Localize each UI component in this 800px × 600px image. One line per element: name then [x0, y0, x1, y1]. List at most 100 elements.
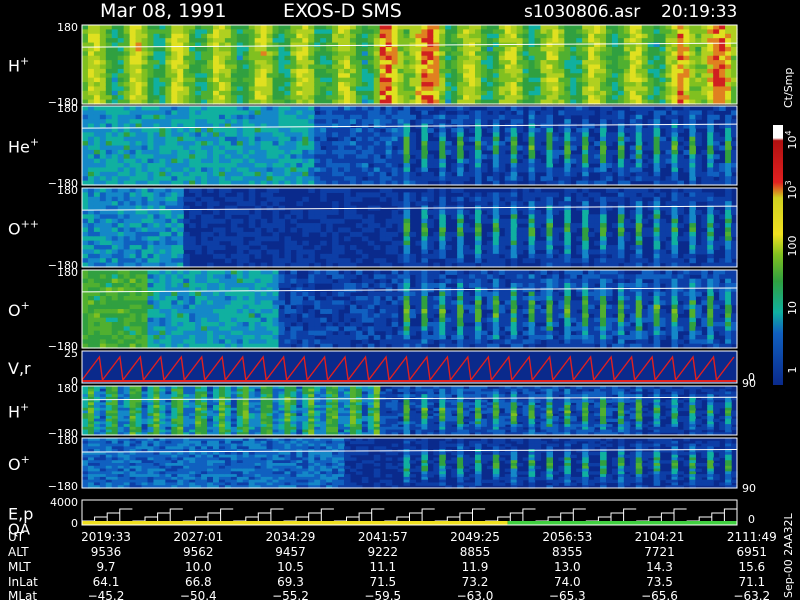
spectrogram-cell — [361, 167, 369, 173]
spectrogram-cell — [475, 68, 482, 74]
spectrogram-cell — [635, 64, 643, 70]
spectrogram-cell — [379, 95, 387, 101]
spectrogram-cell — [457, 231, 464, 237]
spectrogram-cell — [218, 68, 226, 74]
spectrogram-cell — [522, 60, 530, 66]
spectrogram-cell — [195, 86, 202, 92]
spectrogram-cell — [528, 240, 536, 246]
spectrogram-cell — [540, 231, 548, 237]
spectrogram-cell — [99, 119, 107, 125]
spectrogram-cell — [302, 73, 309, 79]
spectrogram-cell — [123, 60, 131, 66]
spectrogram-cell — [93, 29, 101, 35]
spectrogram-cell — [302, 60, 309, 66]
spectrogram-cell — [635, 136, 643, 142]
spectrogram-cell — [564, 33, 571, 39]
spectrogram-cell — [463, 46, 470, 52]
spectrogram-cell — [611, 132, 619, 138]
spectrogram-cell — [421, 55, 428, 61]
spectrogram-cell — [111, 274, 119, 280]
spectrogram-cell — [439, 141, 446, 147]
spectrogram-cell — [284, 236, 291, 242]
spectrogram-cell — [141, 110, 149, 116]
spectrogram-cell — [689, 95, 696, 101]
spectrogram-cell — [540, 95, 548, 101]
spectrogram-cell — [159, 60, 166, 66]
spectrogram-cell — [588, 73, 595, 79]
spectrogram-cell — [236, 227, 244, 233]
spectrogram-cell — [201, 106, 208, 111]
spectrogram-cell — [570, 227, 577, 233]
spectrogram-cell — [516, 119, 524, 125]
spectrogram-cell — [272, 77, 280, 83]
spectrogram-cell — [111, 278, 119, 284]
spectrogram-cell — [600, 163, 607, 169]
spectrogram-cell — [177, 60, 184, 66]
spectrogram-cell — [671, 25, 679, 30]
spectrogram-cell — [332, 236, 339, 242]
spectrogram-cell — [218, 149, 226, 155]
spectrogram-cell — [510, 192, 518, 198]
spectrogram-cell — [254, 209, 262, 215]
spectrogram-cell — [355, 38, 363, 44]
spectrogram-cell — [171, 253, 178, 259]
spectrogram-cell — [338, 38, 345, 44]
spectrogram-cell — [522, 68, 530, 74]
spectrogram-cell — [421, 167, 428, 173]
spectrogram-cell — [207, 127, 214, 133]
spectrogram-cell — [600, 106, 607, 111]
spectrogram-cell — [528, 33, 536, 39]
spectrogram-cell — [492, 167, 500, 173]
spectrogram-cell — [564, 68, 571, 74]
spectrogram-cell — [492, 119, 500, 125]
spectrogram-cell — [87, 196, 95, 202]
spectrogram-cell — [433, 158, 440, 164]
spectrogram-cell — [665, 240, 673, 246]
spectrogram-cell — [600, 141, 607, 147]
spectrogram-cell — [385, 73, 393, 79]
spectrogram-cell — [683, 158, 690, 164]
spectrogram-cell — [707, 253, 714, 259]
spectrogram-cell — [409, 60, 417, 66]
spectrogram-cell — [141, 55, 149, 61]
spectrogram-cell — [278, 145, 286, 151]
spectrogram-cell — [105, 68, 113, 74]
spectrogram-cell — [653, 51, 661, 57]
spectrogram-cell — [105, 201, 113, 207]
spectrogram-cell — [421, 132, 428, 138]
spectrogram-cell — [302, 136, 309, 142]
spectrogram-cell — [373, 163, 381, 169]
spectrogram-cell — [284, 253, 291, 259]
spectrogram-cell — [623, 192, 631, 198]
spectrogram-cell — [391, 60, 399, 66]
spectrogram-cell — [445, 46, 452, 52]
spectrogram-cell — [641, 38, 649, 44]
spectrogram-cell — [475, 258, 482, 264]
spectrogram-cell — [218, 158, 226, 164]
spectrogram-cell — [653, 231, 661, 237]
spectrogram-cell — [522, 42, 530, 48]
spectrogram-cell — [534, 73, 542, 79]
spectrogram-cell — [379, 176, 387, 182]
spectrogram-cell — [284, 90, 291, 96]
spectrogram-cell — [87, 51, 95, 57]
spectrogram-cell — [594, 77, 601, 83]
spectrogram-cell — [171, 38, 178, 44]
spectrogram-cell — [611, 25, 619, 30]
spectrogram-cell — [433, 46, 440, 52]
spectrogram-cell — [379, 145, 387, 151]
spectrogram-cell — [165, 90, 172, 96]
spectrogram-cell — [385, 218, 393, 224]
spectrogram-cell — [439, 119, 446, 125]
spectrogram-cell — [242, 176, 250, 182]
spectrogram-cell — [391, 114, 399, 120]
spectrogram-cell — [373, 245, 381, 251]
spectrogram-cell — [421, 145, 428, 151]
spectrogram-cell — [177, 33, 184, 39]
spectrogram-cell — [87, 209, 95, 215]
spectrogram-cell — [421, 227, 428, 233]
spectrogram-cell — [469, 171, 476, 177]
spectrogram-cell — [201, 127, 208, 133]
spectrogram-cell — [707, 29, 714, 35]
spectrogram-cell — [451, 258, 458, 264]
